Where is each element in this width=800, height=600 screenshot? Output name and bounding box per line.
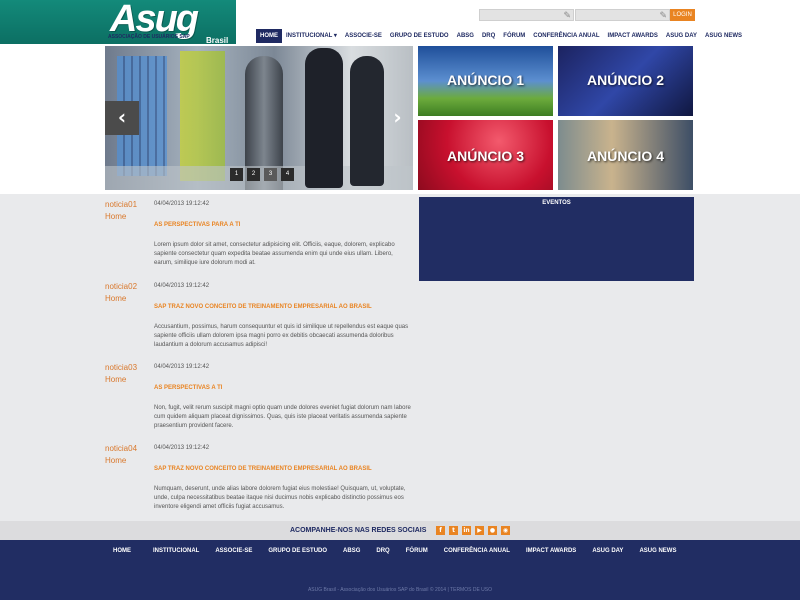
footer-link-impact-awards[interactable]: IMPACT AWARDS xyxy=(526,548,576,554)
username-input[interactable]: ✎ xyxy=(479,9,574,21)
footer-link-conferencia-anual[interactable]: CONFERÊNCIA ANUAL xyxy=(444,548,510,554)
news-date: 04/04/2013 19:12:42 xyxy=(154,283,210,289)
nav-item-asug-day[interactable]: ASUG DAY xyxy=(662,29,701,43)
facebook-icon[interactable]: f xyxy=(436,526,445,535)
footer-link-institucional[interactable]: INSTITUCIONAL xyxy=(153,548,199,554)
footer-link-drq[interactable]: DRQ xyxy=(376,548,389,554)
flickr-icon[interactable]: ● xyxy=(488,526,497,535)
nav-item-impact-awards[interactable]: IMPACT AWARDS xyxy=(604,29,662,43)
youtube-icon[interactable]: ▶ xyxy=(475,526,484,535)
nav-item-asug-news[interactable]: ASUG NEWS xyxy=(701,29,746,43)
news-title[interactable]: AS PERSPECTIVAS PARA A TI xyxy=(154,222,240,228)
user-icon: ✎ xyxy=(563,10,571,20)
slider-page-3[interactable]: 3 xyxy=(264,168,277,181)
ad-banner-1[interactable]: ANÚNCIO 1 xyxy=(418,46,553,116)
slider-next-button[interactable]: › xyxy=(382,101,413,135)
news-title[interactable]: AS PERSPECTIVAS A TI xyxy=(154,385,222,391)
social-icons: f t in ▶ ● ◉ xyxy=(436,526,510,535)
nav-item-associe-se[interactable]: ASSOCIE-SE xyxy=(341,29,386,43)
news-date: 04/04/2013 19:12:42 xyxy=(154,201,210,207)
ad-label-2: ANÚNCIO 2 xyxy=(586,72,664,88)
news-body: Numquam, deserunt, unde alias labore dol… xyxy=(154,486,406,510)
footer-link-associe-se[interactable]: ASSOCIE-SE xyxy=(215,548,252,554)
nav-item-forum[interactable]: FÓRUM xyxy=(499,29,529,43)
news-body: Non, fugit, velit rerum suscipit magni o… xyxy=(154,405,411,429)
social-title: ACOMPANHE-NOS NAS REDES SOCIAIS xyxy=(290,527,427,534)
news-code[interactable]: noticia04 Home xyxy=(105,443,137,467)
news-title[interactable]: SAP TRAZ NOVO CONCEITO DE TREINAMENTO EM… xyxy=(154,466,372,472)
nav-item-absg[interactable]: ABSG xyxy=(453,29,478,43)
slider-photo-businessman-1 xyxy=(305,48,343,188)
copyright: ASUG Brasil - Associação dos Usuários SA… xyxy=(307,587,493,593)
main-nav: HOME INSTITUCIONAL ▾ ASSOCIE-SE GRUPO DE… xyxy=(256,29,746,43)
nav-item-conferencia-anual[interactable]: CONFERÊNCIA ANUAL xyxy=(529,29,603,43)
slider-pagination: 1 2 3 4 xyxy=(230,168,294,181)
footer-link-home[interactable]: HOME xyxy=(113,548,131,554)
footer: HOME INSTITUCIONAL ASSOCIE-SE GRUPO DE E… xyxy=(0,540,800,600)
news-code[interactable]: noticia03 Home xyxy=(105,362,137,386)
slider-page-4[interactable]: 4 xyxy=(281,168,294,181)
logo-country: Brasil xyxy=(206,36,229,45)
nav-item-drq[interactable]: DRQ xyxy=(478,29,499,43)
news-code[interactable]: noticia01 Home xyxy=(105,199,137,223)
twitter-icon[interactable]: t xyxy=(449,526,458,535)
slider-photo-businessman-2 xyxy=(350,56,384,186)
social-bar: ACOMPANHE-NOS NAS REDES SOCIAIS f t in ▶… xyxy=(0,521,800,540)
events-panel: EVENTOS xyxy=(419,197,694,281)
slider-page-1[interactable]: 1 xyxy=(230,168,243,181)
footer-link-asug-news[interactable]: ASUG NEWS xyxy=(639,548,676,554)
news-date: 04/04/2013 19:12:42 xyxy=(154,364,210,370)
ad-banner-2[interactable]: ANÚNCIO 2 xyxy=(558,46,693,116)
news-body: Accusantium, possimus, harum consequuntu… xyxy=(154,324,409,348)
slider-photo-green-panel xyxy=(180,51,225,181)
asug-logo[interactable]: Asug ASSOCIAÇÃO DE USUÁRIOS SAP Brasil xyxy=(106,0,238,45)
ad-banner-3[interactable]: ANÚNCIO 3 xyxy=(418,120,553,190)
news-title[interactable]: SAP TRAZ NOVO CONCEITO DE TREINAMENTO EM… xyxy=(154,304,372,310)
events-title: EVENTOS xyxy=(542,200,571,206)
lock-icon: ✎ xyxy=(659,10,667,20)
password-input[interactable]: ✎ xyxy=(575,9,670,21)
slider-prev-button[interactable]: ‹ xyxy=(105,101,139,135)
footer-link-forum[interactable]: FÓRUM xyxy=(406,548,428,554)
footer-nav: HOME INSTITUCIONAL ASSOCIE-SE GRUPO DE E… xyxy=(105,548,676,554)
rss-icon[interactable]: ◉ xyxy=(501,526,510,535)
linkedin-icon[interactable]: in xyxy=(462,526,471,535)
slider-page-2[interactable]: 2 xyxy=(247,168,260,181)
news-code[interactable]: noticia02 Home xyxy=(105,281,137,305)
footer-link-absg[interactable]: ABSG xyxy=(343,548,360,554)
ad-label-4: ANÚNCIO 4 xyxy=(586,148,664,164)
ad-banner-4[interactable]: ANÚNCIO 4 xyxy=(558,120,693,190)
ad-label-3: ANÚNCIO 3 xyxy=(446,148,524,164)
ad-label-1: ANÚNCIO 1 xyxy=(446,72,524,88)
nav-item-grupo-de-estudo[interactable]: GRUPO DE ESTUDO xyxy=(386,29,453,43)
footer-link-asug-day[interactable]: ASUG DAY xyxy=(592,548,623,554)
news-date: 04/04/2013 19:12:42 xyxy=(154,445,210,451)
news-body: Lorem ipsum dolor sit amet, consectetur … xyxy=(154,242,395,266)
header: Asug ASSOCIAÇÃO DE USUÁRIOS SAP Brasil ✎… xyxy=(0,0,800,46)
nav-item-home[interactable]: HOME xyxy=(256,29,282,43)
login-button[interactable]: LOGIN xyxy=(670,9,695,21)
nav-item-institucional[interactable]: INSTITUCIONAL ▾ xyxy=(282,29,341,43)
footer-link-grupo-de-estudo[interactable]: GRUPO DE ESTUDO xyxy=(268,548,327,554)
logo-subtitle: ASSOCIAÇÃO DE USUÁRIOS SAP xyxy=(108,34,190,40)
